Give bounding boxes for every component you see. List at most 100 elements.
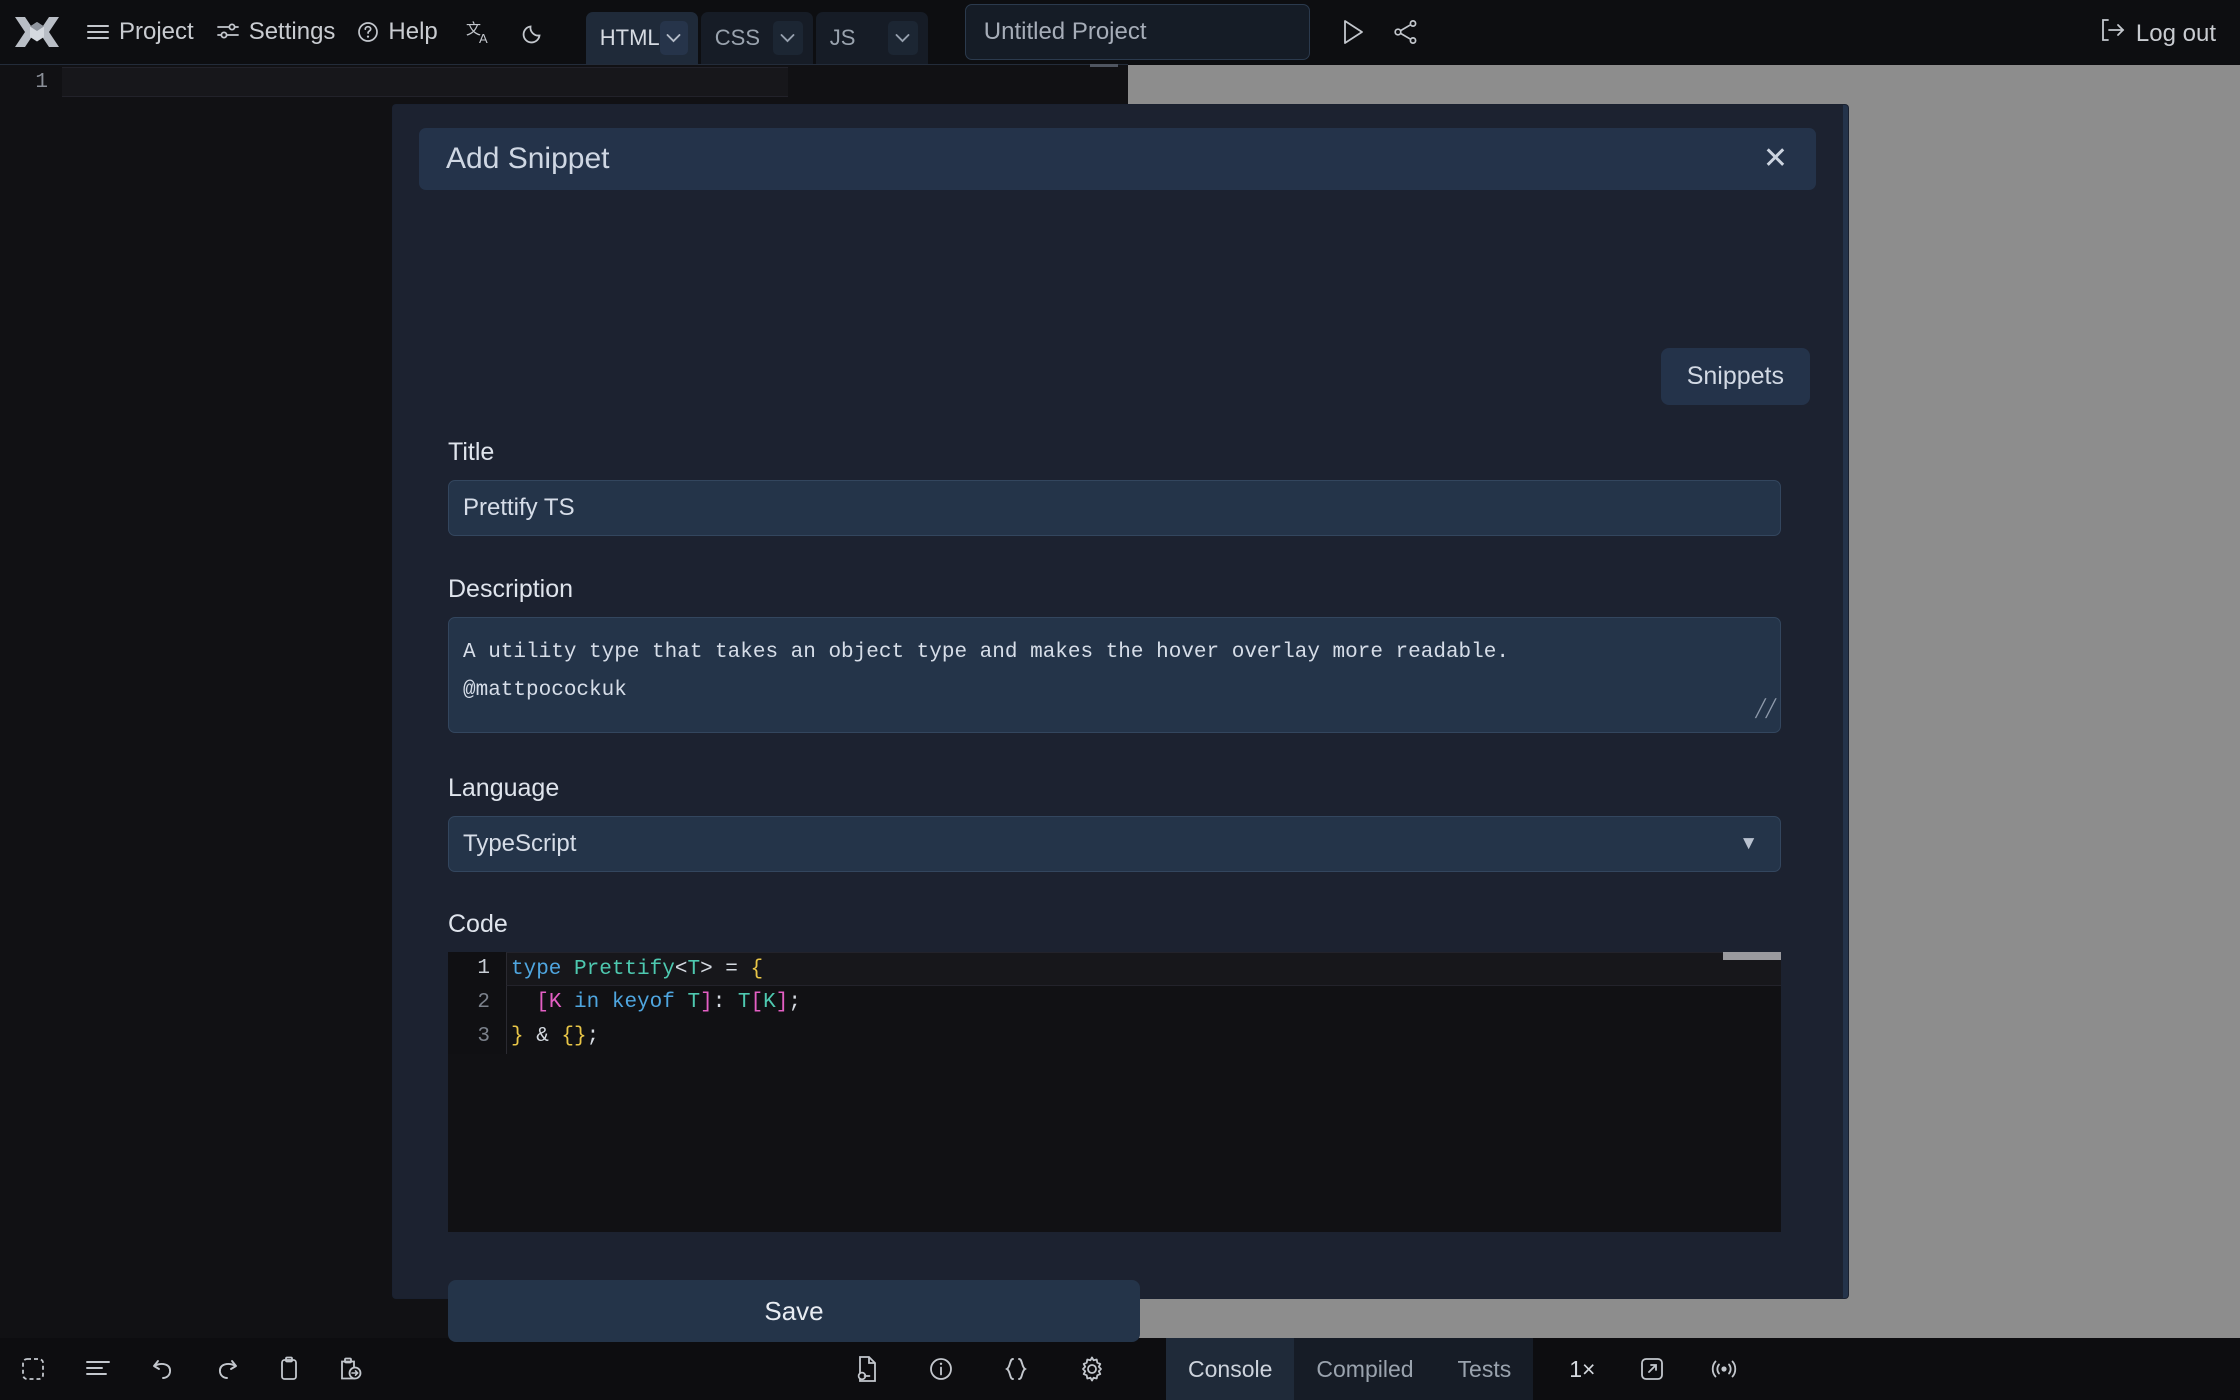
- description-textarea[interactable]: A utility type that takes an object type…: [448, 617, 1781, 733]
- bottom-left-tools: [20, 1356, 364, 1382]
- code-token: [: [751, 991, 764, 1014]
- tab-css[interactable]: CSS: [701, 12, 813, 64]
- chevron-down-icon[interactable]: [773, 21, 803, 55]
- editor-line-1[interactable]: 1: [0, 65, 1128, 99]
- chevron-down-icon[interactable]: [660, 21, 688, 55]
- code-line-content[interactable]: type Prettify<T> = {: [506, 952, 1781, 986]
- broadcast-live-icon[interactable]: [1709, 1356, 1739, 1382]
- code-brackets-logo-icon[interactable]: [10, 12, 64, 52]
- description-line-2: @mattpocockuk: [463, 672, 627, 710]
- tab-css-label: CSS: [715, 25, 760, 51]
- share-button[interactable]: [1392, 18, 1420, 46]
- menu-settings[interactable]: Settings: [216, 18, 336, 46]
- menu-help-label: Help: [388, 18, 437, 46]
- logout-button[interactable]: Log out: [2100, 18, 2216, 49]
- tab-html-label: HTML: [600, 25, 660, 51]
- save-button[interactable]: Save: [448, 1280, 1140, 1342]
- dashed-select-box-icon[interactable]: [20, 1356, 46, 1382]
- code-token: <: [675, 958, 688, 981]
- code-line-number: 1: [448, 952, 506, 986]
- code-token: T: [687, 958, 700, 981]
- redo-arrow-icon[interactable]: [214, 1356, 240, 1382]
- menu-project-label: Project: [119, 18, 194, 46]
- menu-project[interactable]: Project: [86, 18, 194, 46]
- code-field-label: Code: [448, 910, 508, 939]
- close-x-icon[interactable]: ✕: [1763, 144, 1788, 174]
- title-input[interactable]: Prettify TS: [448, 480, 1781, 536]
- code-snippet-editor[interactable]: 1type Prettify<T> = {2 [K in keyof T]: T…: [448, 952, 1781, 1232]
- undo-arrow-icon[interactable]: [150, 1356, 176, 1382]
- language-field-label: Language: [448, 774, 559, 803]
- code-token: T: [738, 991, 751, 1014]
- run-button[interactable]: [1340, 18, 1366, 46]
- editor-line-number: 1: [0, 71, 62, 94]
- code-line-row[interactable]: 1type Prettify<T> = {: [448, 952, 1781, 986]
- modal-title: Add Snippet: [446, 142, 609, 176]
- code-token: [: [511, 991, 549, 1014]
- language-select[interactable]: TypeScript ▼: [448, 816, 1781, 872]
- zoom-level-label[interactable]: 1×: [1569, 1356, 1595, 1383]
- code-token: ]: [776, 991, 789, 1014]
- snippets-button[interactable]: Snippets: [1661, 348, 1810, 405]
- code-token: >: [700, 958, 725, 981]
- title-field-label: Title: [448, 438, 494, 467]
- resize-grip-icon[interactable]: ╱╱: [1756, 692, 1776, 730]
- menu-help[interactable]: Help: [357, 18, 437, 46]
- code-token: ;: [788, 991, 801, 1014]
- description-line-1: A utility type that takes an object type…: [463, 634, 1509, 672]
- logout-label: Log out: [2136, 20, 2216, 48]
- info-circle-icon[interactable]: [928, 1356, 954, 1382]
- chevron-down-icon[interactable]: ▼: [1739, 833, 1758, 855]
- question-circle-icon: [357, 21, 379, 43]
- code-token: K: [763, 991, 776, 1014]
- sliders-icon: [216, 22, 240, 42]
- tab-console[interactable]: Console: [1166, 1338, 1294, 1400]
- project-name-input[interactable]: Untitled Project: [965, 4, 1310, 60]
- bottom-mid-tools: [854, 1355, 1106, 1383]
- code-line-content[interactable]: } & {};: [506, 1020, 1781, 1054]
- code-token: }: [511, 1025, 524, 1048]
- logout-arrow-icon: [2100, 18, 2126, 49]
- moon-dark-mode-icon[interactable]: [522, 20, 546, 44]
- tab-compiled[interactable]: Compiled: [1294, 1338, 1435, 1400]
- code-token: in: [574, 991, 612, 1014]
- bottom-status-bar: Console Compiled Tests 1×: [0, 1338, 2240, 1400]
- curly-braces-icon[interactable]: [1002, 1356, 1030, 1382]
- code-line-row[interactable]: 2 [K in keyof T]: T[K];: [448, 986, 1781, 1020]
- svg-text:A: A: [479, 31, 488, 45]
- top-header-bar: Project Settings Help 文 A: [0, 0, 2240, 64]
- code-line-number: 3: [448, 1020, 506, 1054]
- file-link-icon[interactable]: [854, 1355, 880, 1383]
- bottom-right-tools: 1×: [1569, 1356, 1739, 1383]
- code-rows: 1type Prettify<T> = {2 [K in keyof T]: T…: [448, 952, 1781, 1054]
- tab-js-label: JS: [830, 25, 856, 51]
- code-token: ]: [700, 991, 713, 1014]
- code-token: K: [549, 991, 574, 1014]
- editor-active-line[interactable]: [62, 67, 788, 97]
- code-line-row[interactable]: 3} & {};: [448, 1020, 1781, 1054]
- code-editor-scroll-thumb[interactable]: [1723, 952, 1781, 960]
- translate-language-icon[interactable]: 文 A: [466, 19, 494, 45]
- tab-js[interactable]: JS: [816, 12, 928, 64]
- code-line-content[interactable]: [K in keyof T]: T[K];: [506, 986, 1781, 1020]
- app-root: Project Settings Help 文 A: [0, 0, 2240, 1400]
- add-snippet-modal: Add Snippet ✕ Snippets Title Prettify TS…: [393, 105, 1848, 1298]
- code-token: :: [713, 991, 738, 1014]
- language-tab-group: HTML CSS JS: [586, 0, 931, 64]
- gear-settings-icon[interactable]: [1078, 1355, 1106, 1383]
- modal-header: Add Snippet ✕: [419, 128, 1816, 190]
- language-select-value: TypeScript: [463, 830, 576, 858]
- code-token: &: [524, 1025, 562, 1048]
- align-left-format-icon[interactable]: [84, 1358, 112, 1380]
- clipboard-paste-icon[interactable]: [338, 1356, 364, 1382]
- open-external-window-icon[interactable]: [1639, 1356, 1665, 1382]
- chevron-down-icon[interactable]: [888, 21, 918, 55]
- clipboard-copy-icon[interactable]: [278, 1356, 300, 1382]
- menu-settings-label: Settings: [249, 18, 336, 46]
- code-token: keyof: [612, 991, 688, 1014]
- code-token: =: [725, 958, 750, 981]
- description-field-label: Description: [448, 575, 573, 604]
- code-token: Prettify: [574, 958, 675, 981]
- tab-html[interactable]: HTML: [586, 12, 698, 64]
- tab-tests[interactable]: Tests: [1436, 1338, 1534, 1400]
